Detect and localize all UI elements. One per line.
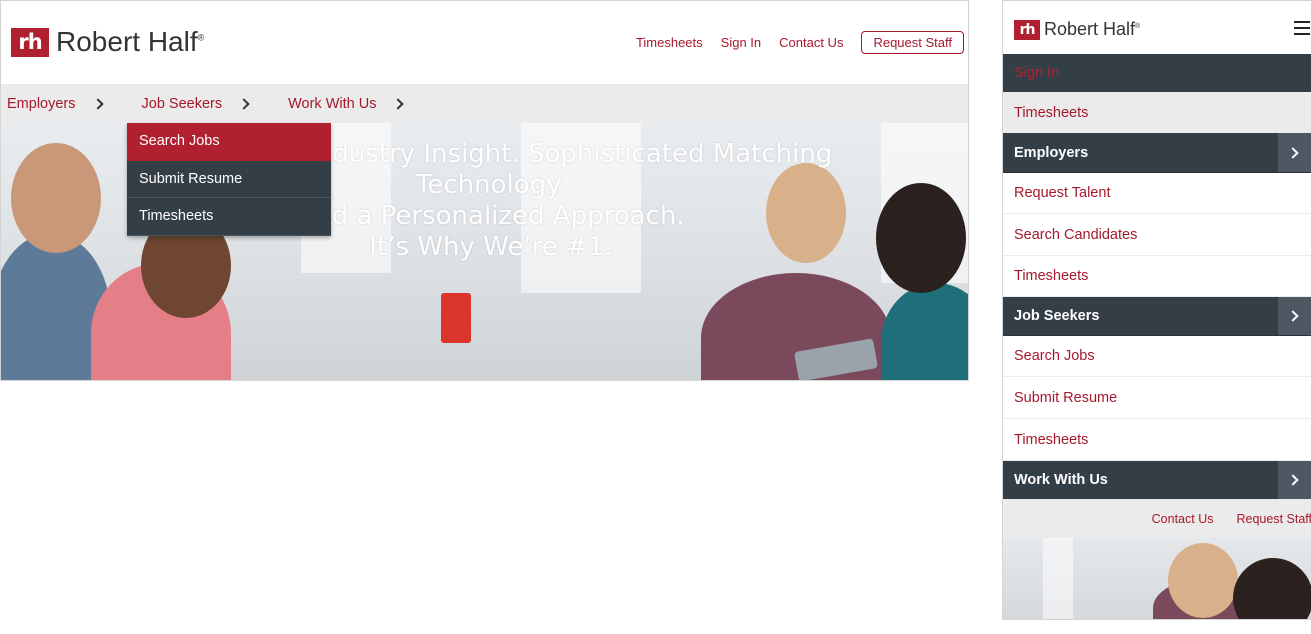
nav-job-seekers-label: Job Seekers [141,95,223,112]
dropdown-item-submit-resume[interactable]: Submit Resume [127,161,331,198]
hero-window-shape [1043,538,1073,619]
contact-us-link[interactable]: Contact Us [779,35,843,50]
registered-mark: ® [1135,23,1141,30]
section-job-seekers-label: Job Seekers [1014,308,1100,324]
job-seekers-dropdown: Search Jobs Submit Resume Timesheets [127,123,331,236]
mobile-item-search-jobs[interactable]: Search Jobs [1003,336,1311,377]
timesheets-link[interactable]: Timesheets [636,35,703,50]
section-work-with-us-label: Work With Us [1014,472,1108,488]
mobile-menu: Sign In Timesheets Employers Request Tal… [1003,54,1311,500]
robert-half-logo[interactable]: rh Robert Half® [11,26,204,58]
dropdown-item-timesheets[interactable]: Timesheets [127,198,331,236]
mobile-item-job-seekers-timesheets[interactable]: Timesheets [1003,419,1311,461]
nav-employers-label: Employers [7,95,76,112]
logo-mark-icon: rh [1014,19,1040,40]
utility-nav: Timesheets Sign In Contact Us Request St… [636,31,964,54]
chevron-right-icon[interactable] [1278,297,1311,335]
chevron-right-icon [238,97,250,110]
hero-person-head [1233,558,1311,619]
logo-wordmark: Robert Half® [1044,19,1140,40]
mobile-section-employers[interactable]: Employers [1003,133,1311,173]
request-staff-button[interactable]: Request Staff [861,31,964,54]
registered-mark: ® [197,32,205,43]
dropdown-item-search-jobs[interactable]: Search Jobs [127,123,331,161]
mobile-item-employers-timesheets[interactable]: Timesheets [1003,256,1311,297]
mobile-header: rh Robert Half® [1003,1,1311,54]
mobile-item-search-candidates[interactable]: Search Candidates [1003,214,1311,256]
hero-person-head [1168,543,1238,618]
nav-employers[interactable]: Employers [7,95,104,112]
section-employers-label: Employers [1014,144,1089,161]
hero-line-3: It’s Why We’re #1. [369,232,613,262]
main-nav: Employers Job Seekers Work With Us [1,84,968,123]
mobile-item-submit-resume[interactable]: Submit Resume [1003,377,1311,419]
robert-half-logo[interactable]: rh Robert Half® [1014,19,1140,40]
brand-name: Robert Half [1044,19,1136,39]
logo-wordmark: Robert Half® [56,26,204,58]
chevron-right-icon[interactable] [1278,461,1311,499]
mobile-contact-us-link[interactable]: Contact Us [1152,512,1214,526]
nav-job-seekers[interactable]: Job Seekers [141,95,250,112]
mobile-utility-nav: Contact Us Request Staff [1003,499,1311,538]
hamburger-icon[interactable] [1294,21,1310,35]
chevron-right-icon [91,97,104,110]
logo-mark-icon: rh [11,27,49,57]
mobile-sign-in[interactable]: Sign In [1003,54,1311,93]
mobile-item-request-talent[interactable]: Request Talent [1003,173,1311,214]
site-header: rh Robert Half® Timesheets Sign In Conta… [1,1,968,84]
sign-in-link[interactable]: Sign In [721,35,761,50]
mobile-section-job-seekers[interactable]: Job Seekers [1003,297,1311,336]
hero-person-head [11,143,101,253]
mobile-timesheets-top[interactable]: Timesheets [1003,93,1311,133]
nav-work-with-us[interactable]: Work With Us [288,95,405,112]
brand-name: Robert Half [56,26,198,57]
hero-red-object [441,293,471,343]
desktop-view: rh Robert Half® Timesheets Sign In Conta… [0,0,969,381]
mobile-hero-banner [1003,538,1311,619]
mobile-request-staff-link[interactable]: Request Staff [1236,512,1311,526]
chevron-right-icon[interactable] [1278,133,1311,172]
hero-person-head [876,183,966,293]
hero-person-shape [881,283,968,380]
mobile-section-work-with-us[interactable]: Work With Us [1003,461,1311,500]
chevron-right-icon [392,97,405,110]
nav-work-with-us-label: Work With Us [288,95,377,112]
mobile-view: rh Robert Half® Sign In Timesheets Emplo… [1002,0,1311,620]
